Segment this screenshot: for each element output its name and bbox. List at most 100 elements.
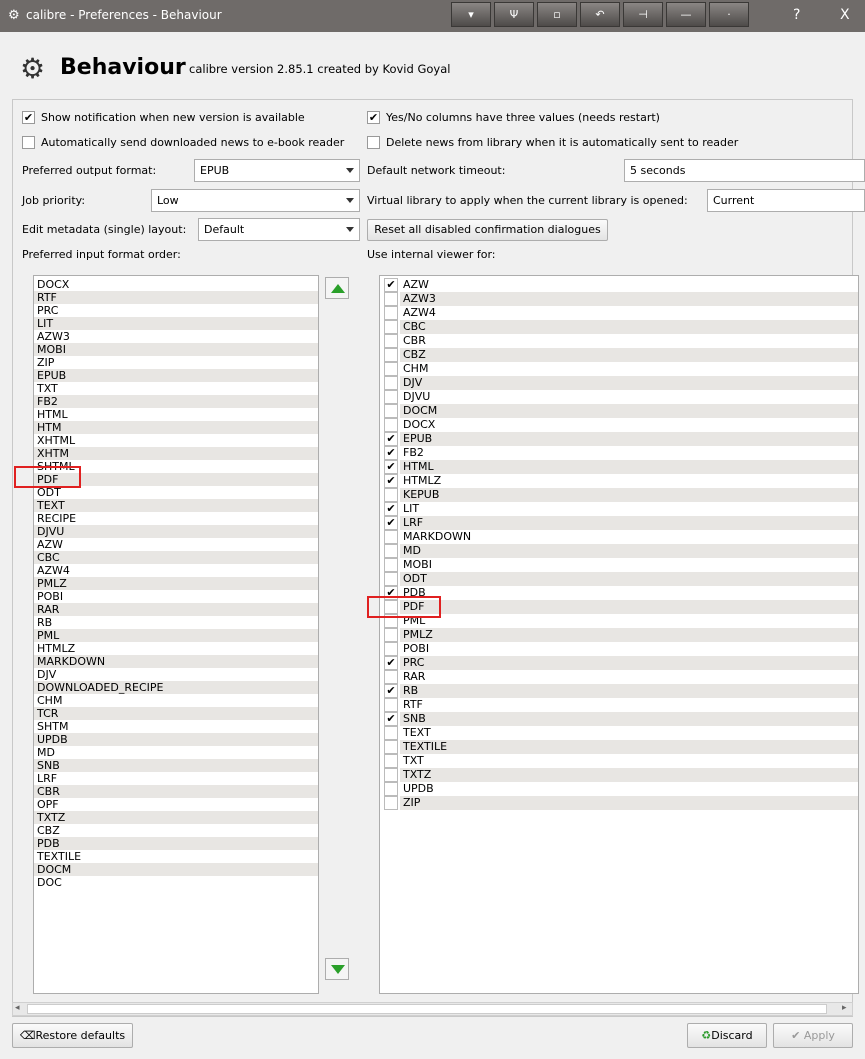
toolbar-dot-icon[interactable]: ·: [709, 2, 749, 27]
list-item[interactable]: RTF: [380, 698, 858, 712]
viewer-checkbox[interactable]: [384, 670, 398, 684]
list-item[interactable]: CBC: [380, 320, 858, 334]
list-item[interactable]: ✔ AZW: [380, 278, 858, 292]
list-item[interactable]: POBI: [34, 590, 318, 603]
reset-dialogs-button[interactable]: Reset all disabled confirmation dialogue…: [367, 219, 608, 241]
viewer-checkbox[interactable]: [384, 726, 398, 740]
list-item[interactable]: RAR: [34, 603, 318, 616]
auto-send-news-checkbox[interactable]: [22, 136, 35, 149]
viewer-checkbox[interactable]: ✔: [384, 474, 398, 488]
viewer-checkbox[interactable]: ✔: [384, 502, 398, 516]
list-item[interactable]: PMLZ: [34, 577, 318, 590]
viewer-checkbox[interactable]: ✔: [384, 278, 398, 292]
list-item[interactable]: HTM: [34, 421, 318, 434]
list-item[interactable]: DOCM: [380, 404, 858, 418]
viewer-checkbox[interactable]: [384, 334, 398, 348]
list-item[interactable]: DOCX: [34, 278, 318, 291]
list-item[interactable]: TEXT: [380, 726, 858, 740]
list-item[interactable]: DOC: [34, 876, 318, 889]
list-item[interactable]: RAR: [380, 670, 858, 684]
viewer-checkbox[interactable]: ✔: [384, 684, 398, 698]
list-item[interactable]: ✔ PDB: [380, 586, 858, 600]
scroll-right-icon[interactable]: ▸: [842, 1003, 847, 1013]
list-item[interactable]: FB2: [34, 395, 318, 408]
virtual-library-input[interactable]: Current: [707, 189, 865, 212]
viewer-checkbox[interactable]: [384, 558, 398, 572]
list-item[interactable]: ✔ RB: [380, 684, 858, 698]
list-item[interactable]: AZW4: [380, 306, 858, 320]
list-item[interactable]: TXT: [34, 382, 318, 395]
list-item[interactable]: MOBI: [380, 558, 858, 572]
list-item[interactable]: MARKDOWN: [380, 530, 858, 544]
list-item[interactable]: LIT: [34, 317, 318, 330]
list-item[interactable]: UPDB: [34, 733, 318, 746]
viewer-checkbox[interactable]: [384, 754, 398, 768]
list-item[interactable]: MOBI: [34, 343, 318, 356]
list-item[interactable]: PDB: [34, 837, 318, 850]
list-item[interactable]: RTF: [34, 291, 318, 304]
discard-button[interactable]: ♻Discard: [687, 1023, 767, 1048]
list-item[interactable]: EPUB: [34, 369, 318, 382]
list-item[interactable]: PMLZ: [380, 628, 858, 642]
list-item[interactable]: XHTM: [34, 447, 318, 460]
list-item[interactable]: TXTZ: [34, 811, 318, 824]
viewer-checkbox[interactable]: [384, 768, 398, 782]
list-item[interactable]: PML: [34, 629, 318, 642]
list-item[interactable]: DJVU: [34, 525, 318, 538]
viewer-checkbox[interactable]: [384, 796, 398, 810]
list-item[interactable]: ✔ FB2: [380, 446, 858, 460]
delete-news-checkbox[interactable]: [367, 136, 380, 149]
viewer-checkbox[interactable]: ✔: [384, 460, 398, 474]
list-item[interactable]: AZW4: [34, 564, 318, 577]
list-item[interactable]: TEXT: [34, 499, 318, 512]
toolbar-minimize-icon[interactable]: —: [666, 2, 706, 27]
toolbar-undo-icon[interactable]: ↶: [580, 2, 620, 27]
list-item[interactable]: OPF: [34, 798, 318, 811]
toolbar-pin-icon[interactable]: ⊣: [623, 2, 663, 27]
viewer-checkbox[interactable]: [384, 740, 398, 754]
list-item[interactable]: CBR: [34, 785, 318, 798]
viewer-checkbox[interactable]: [384, 488, 398, 502]
list-item[interactable]: MD: [380, 544, 858, 558]
input-format-list[interactable]: DOCX RTF PRC LIT AZW3 MOBI ZIP EPUB TXT FB2 HTML HT…: [33, 275, 319, 994]
list-item[interactable]: DOCM: [34, 863, 318, 876]
list-item[interactable]: RECIPE: [34, 512, 318, 525]
list-item[interactable]: ZIP: [380, 796, 858, 810]
job-priority-select[interactable]: Low: [151, 189, 360, 212]
toolbar-plug-icon[interactable]: Ψ: [494, 2, 534, 27]
list-item[interactable]: PDF: [380, 600, 858, 614]
help-button[interactable]: ?: [793, 7, 800, 23]
list-item[interactable]: SNB: [34, 759, 318, 772]
scrollbar-thumb[interactable]: [27, 1004, 827, 1014]
list-item[interactable]: HTML: [34, 408, 318, 421]
viewer-checkbox[interactable]: [384, 530, 398, 544]
list-item[interactable]: CBZ: [34, 824, 318, 837]
list-item[interactable]: ✔ EPUB: [380, 432, 858, 446]
viewer-checkbox[interactable]: [384, 572, 398, 586]
move-down-button[interactable]: [325, 958, 349, 980]
scroll-left-icon[interactable]: ◂: [15, 1003, 20, 1013]
viewer-checkbox[interactable]: [384, 320, 398, 334]
list-item[interactable]: LRF: [34, 772, 318, 785]
list-item[interactable]: UPDB: [380, 782, 858, 796]
list-item[interactable]: KEPUB: [380, 488, 858, 502]
viewer-checkbox[interactable]: [384, 544, 398, 558]
list-item[interactable]: TXT: [380, 754, 858, 768]
viewer-checkbox[interactable]: [384, 292, 398, 306]
list-item[interactable]: ✔ LRF: [380, 516, 858, 530]
list-item[interactable]: AZW3: [380, 292, 858, 306]
yes-no-checkbox[interactable]: ✔: [367, 111, 380, 124]
show-notification-checkbox[interactable]: ✔: [22, 111, 35, 124]
list-item[interactable]: ✔ SNB: [380, 712, 858, 726]
list-item[interactable]: ✔ PRC: [380, 656, 858, 670]
output-format-select[interactable]: EPUB: [194, 159, 360, 182]
list-item[interactable]: DJV: [34, 668, 318, 681]
list-item[interactable]: PRC: [34, 304, 318, 317]
list-item[interactable]: DJVU: [380, 390, 858, 404]
list-item[interactable]: DJV: [380, 376, 858, 390]
viewer-checkbox[interactable]: [384, 348, 398, 362]
list-item[interactable]: AZW3: [34, 330, 318, 343]
toolbar-window-icon[interactable]: ▫: [537, 2, 577, 27]
horizontal-scrollbar[interactable]: ◂ ▸: [12, 1002, 853, 1016]
move-up-button[interactable]: [325, 277, 349, 299]
